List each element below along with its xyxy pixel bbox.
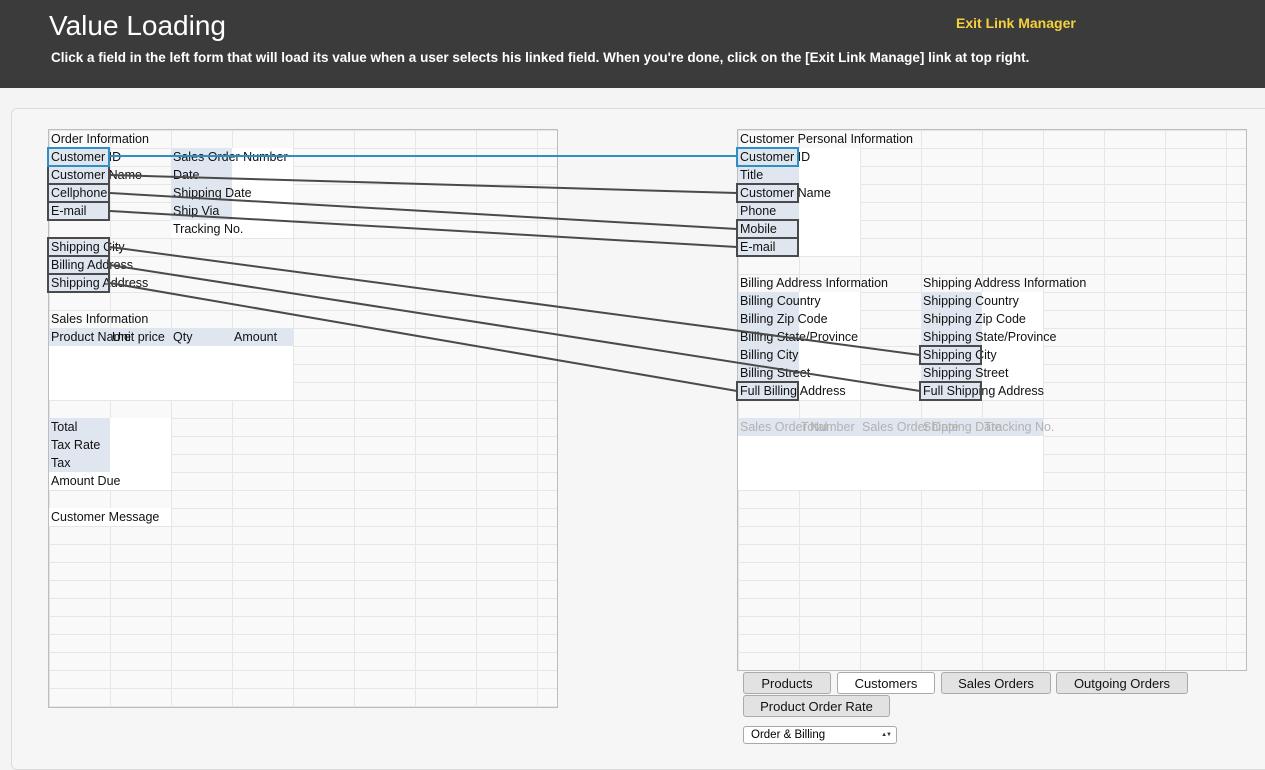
link-line [109,282,738,392]
link-highlight [736,183,799,203]
link-highlight [47,165,110,185]
link-line [109,264,921,392]
link-lines [47,147,982,401]
select-arrows-icon: ▲▼ [881,732,892,738]
tab-sales-orders[interactable]: Sales Orders [941,672,1051,694]
view-select-value: Order & Billing [751,729,826,741]
link-highlight-active [736,147,799,167]
link-highlight [736,219,799,239]
tab-product-order-rate[interactable]: Product Order Rate [743,695,890,717]
tab-customers[interactable]: Customers [837,672,935,694]
link-highlight [919,345,982,365]
link-line [109,210,738,248]
link-highlight [736,237,799,257]
link-highlight [736,381,799,401]
link-line [109,192,738,230]
link-highlight [47,273,110,293]
link-highlight-active [47,147,110,167]
link-highlight [47,201,110,221]
tab-outgoing-orders[interactable]: Outgoing Orders [1056,672,1188,694]
link-highlight [919,381,982,401]
link-highlight [47,255,110,275]
link-line [109,246,921,356]
link-highlight [47,237,110,257]
view-select[interactable]: Order & Billing ▲▼ [743,726,897,744]
link-highlight [47,183,110,203]
link-line [109,174,738,194]
tab-products[interactable]: Products [743,672,831,694]
